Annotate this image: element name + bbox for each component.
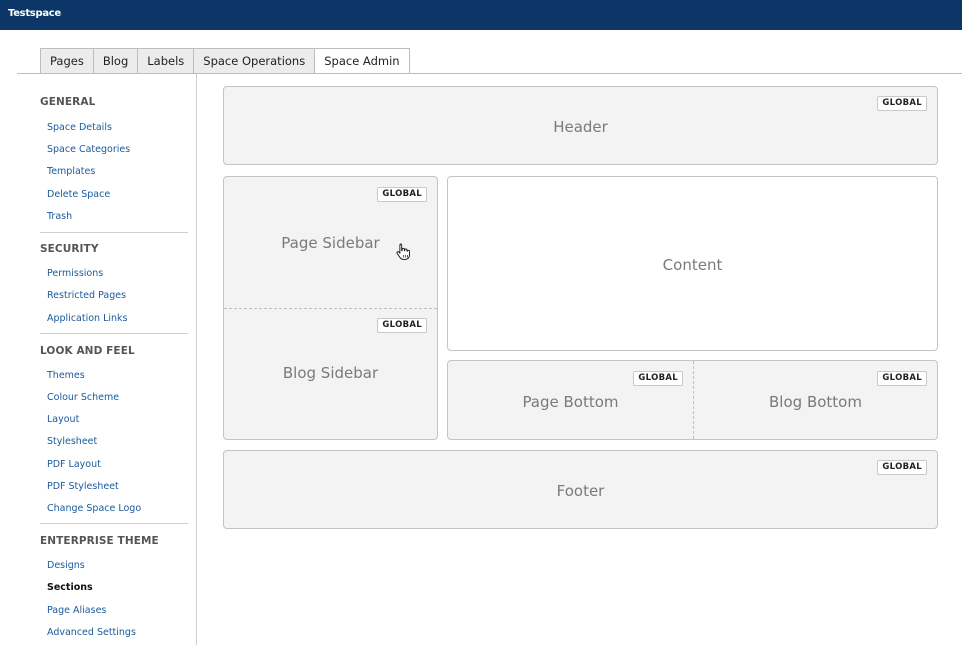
global-badge: GLOBAL xyxy=(877,371,927,386)
sidebar-item-colour-scheme[interactable]: Colour Scheme xyxy=(47,392,119,403)
blog-bottom-label: Blog Bottom xyxy=(769,393,862,411)
sidebar-item-delete-space[interactable]: Delete Space xyxy=(47,189,110,200)
section-title-enterprise-theme: ENTERPRISE THEME xyxy=(40,535,159,547)
sidebar-divider xyxy=(40,232,188,233)
global-badge: GLOBAL xyxy=(377,187,427,202)
blog-sidebar-section[interactable]: GLOBAL Blog Sidebar xyxy=(224,309,437,439)
blog-sidebar-label: Blog Sidebar xyxy=(282,364,379,382)
top-bar: Testspace xyxy=(0,0,962,30)
header-section[interactable]: GLOBAL Header xyxy=(223,86,938,165)
sidebar-item-space-categories[interactable]: Space Categories xyxy=(47,144,130,155)
sidebar-item-designs[interactable]: Designs xyxy=(47,560,85,571)
sidebar-divider xyxy=(40,523,188,524)
space-tabs: Pages Blog Labels Space Operations Space… xyxy=(40,48,410,74)
tab-labels[interactable]: Labels xyxy=(137,48,194,74)
global-badge: GLOBAL xyxy=(633,371,683,386)
sidebar-item-permissions[interactable]: Permissions xyxy=(47,268,103,279)
sidebar-item-sections[interactable]: Sections xyxy=(47,582,93,593)
sidebar-item-change-space-logo[interactable]: Change Space Logo xyxy=(47,503,141,514)
sidebar-item-layout[interactable]: Layout xyxy=(47,414,79,425)
sidebar-item-themes[interactable]: Themes xyxy=(47,370,85,381)
page-bottom-label: Page Bottom xyxy=(522,393,619,411)
sidebar-item-trash[interactable]: Trash xyxy=(47,211,72,222)
sidebar-divider xyxy=(40,333,188,334)
global-badge: GLOBAL xyxy=(877,460,927,475)
footer-label: Footer xyxy=(556,482,605,500)
sidebar-item-pdf-layout[interactable]: PDF Layout xyxy=(47,459,101,470)
hand-pointer-icon xyxy=(396,243,410,260)
sidebar-item-stylesheet[interactable]: Stylesheet xyxy=(47,436,97,447)
section-title-general: GENERAL xyxy=(40,96,96,108)
global-badge: GLOBAL xyxy=(877,96,927,111)
blog-bottom-section[interactable]: GLOBAL Blog Bottom xyxy=(694,361,937,439)
space-title[interactable]: Testspace xyxy=(8,8,61,19)
sidebar-item-templates[interactable]: Templates xyxy=(47,166,95,177)
sidebar-item-space-details[interactable]: Space Details xyxy=(47,122,112,133)
section-title-security: SECURITY xyxy=(40,243,99,255)
sidebar-item-restricted-pages[interactable]: Restricted Pages xyxy=(47,290,126,301)
page-bottom-section[interactable]: GLOBAL Page Bottom xyxy=(448,361,693,439)
sidebar-item-advanced-settings[interactable]: Advanced Settings xyxy=(47,627,136,638)
footer-section[interactable]: GLOBAL Footer xyxy=(223,450,938,529)
admin-sidebar xyxy=(0,74,197,645)
sidebar-column: GLOBAL Page Sidebar GLOBAL Blog Sidebar xyxy=(223,176,438,440)
bottom-row: GLOBAL Page Bottom GLOBAL Blog Bottom xyxy=(447,360,938,440)
global-badge: GLOBAL xyxy=(377,318,427,333)
tab-pages[interactable]: Pages xyxy=(40,48,93,74)
content-label: Content xyxy=(662,256,723,274)
tab-space-admin[interactable]: Space Admin xyxy=(314,48,410,74)
tab-space-operations[interactable]: Space Operations xyxy=(193,48,315,74)
sidebar-item-application-links[interactable]: Application Links xyxy=(47,313,128,324)
section-title-look-and-feel: LOOK AND FEEL xyxy=(40,345,135,357)
tab-blog[interactable]: Blog xyxy=(92,48,138,74)
content-section[interactable]: Content xyxy=(447,176,938,351)
sidebar-item-pdf-stylesheet[interactable]: PDF Stylesheet xyxy=(47,481,119,492)
sidebar-item-page-aliases[interactable]: Page Aliases xyxy=(47,605,106,616)
header-label: Header xyxy=(553,118,608,136)
